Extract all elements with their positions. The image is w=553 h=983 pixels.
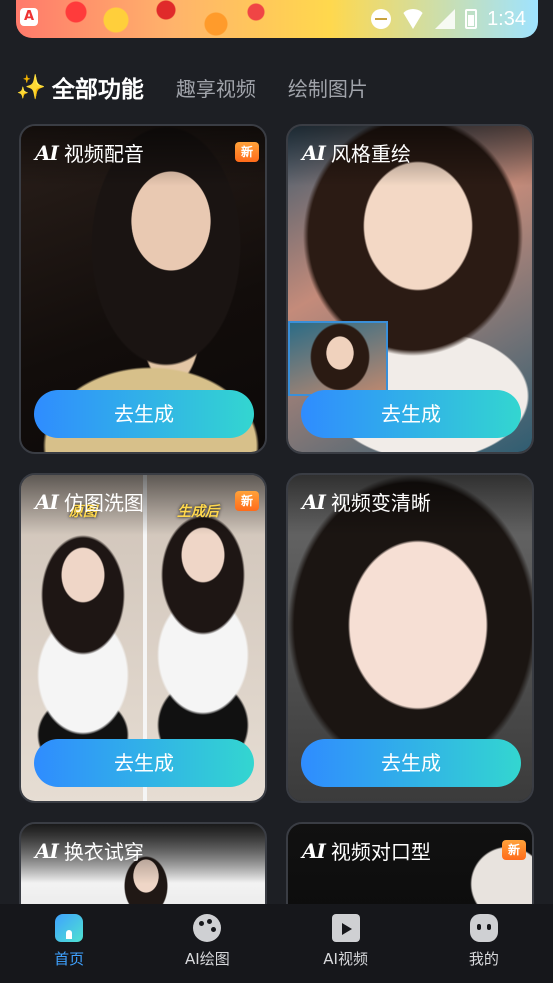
ai-logo-icon: AI xyxy=(35,838,59,863)
new-badge: 新 xyxy=(502,840,526,860)
bottom-nav: 首页 AI绘图 AI视频 我的 xyxy=(0,904,553,983)
category-tabs: ✨ 全部功能 趣享视频 绘制图片 xyxy=(16,70,400,104)
card-title: AI 视频配音 xyxy=(35,138,144,167)
status-time: 1:34 xyxy=(487,7,526,30)
new-badge: 新 xyxy=(235,142,259,162)
nav-ai-draw[interactable]: AI绘图 xyxy=(157,914,257,969)
status-bar: 1:34 xyxy=(371,6,526,32)
card-title: AI 视频对口型 xyxy=(302,836,431,865)
card-title: AI 换衣试穿 xyxy=(35,836,144,865)
do-not-disturb-icon xyxy=(371,9,392,29)
home-icon xyxy=(55,914,84,942)
generate-button[interactable]: 去生成 xyxy=(34,739,254,787)
card-title-text: 视频对口型 xyxy=(330,840,431,864)
card-title-text: 仿图洗图 xyxy=(63,491,144,515)
tab-draw-image[interactable]: 绘制图片 xyxy=(288,73,368,102)
card-title-text: 风格重绘 xyxy=(330,142,411,166)
wifi-icon xyxy=(401,9,426,29)
nav-mine[interactable]: 我的 xyxy=(434,914,534,969)
card-title: AI 仿图洗图 xyxy=(35,487,144,516)
ai-logo-icon: AI xyxy=(35,489,59,514)
generate-button[interactable]: 去生成 xyxy=(301,390,521,438)
palette-icon xyxy=(193,914,222,942)
banner-decoration xyxy=(56,0,276,38)
profile-icon xyxy=(469,914,498,942)
card-title-text: 视频配音 xyxy=(63,142,144,166)
card-title: AI 视频变清晰 xyxy=(302,487,431,516)
card-title-text: 换衣试穿 xyxy=(63,840,144,864)
card-title: AI 风格重绘 xyxy=(302,138,411,167)
feature-card-image-wash[interactable]: 原图 生成后 AI 仿图洗图 新 去生成 xyxy=(19,473,267,803)
tab-all-features[interactable]: 全部功能 xyxy=(52,70,144,104)
ai-logo-icon: AI xyxy=(302,838,326,863)
ai-logo-icon: AI xyxy=(302,140,326,165)
card-title-text: 视频变清晰 xyxy=(330,491,431,515)
original-thumbnail xyxy=(288,321,388,396)
ai-logo-icon: AI xyxy=(302,489,326,514)
battery-icon xyxy=(465,9,478,29)
generate-button[interactable]: 去生成 xyxy=(34,390,254,438)
sparkle-icon: ✨ xyxy=(16,73,46,101)
feature-card-style-redraw[interactable]: AI 风格重绘 去生成 xyxy=(286,124,534,454)
nav-label: AI视频 xyxy=(323,950,368,968)
nav-home[interactable]: 首页 xyxy=(19,914,119,969)
generate-button[interactable]: 去生成 xyxy=(301,739,521,787)
signal-icon xyxy=(435,9,456,29)
nav-label: 我的 xyxy=(468,950,499,968)
new-badge: 新 xyxy=(235,491,259,511)
ai-logo-icon: AI xyxy=(35,140,59,165)
nav-label: 首页 xyxy=(54,950,85,968)
feature-card-video-enhance[interactable]: AI 视频变清晰 去生成 xyxy=(286,473,534,803)
generated-label: 生成后 xyxy=(177,504,219,520)
tab-fun-video[interactable]: 趣享视频 xyxy=(176,73,256,102)
nav-ai-video[interactable]: AI视频 xyxy=(296,914,396,969)
top-banner[interactable]: A 1:34 xyxy=(16,0,538,38)
clapper-icon xyxy=(331,914,360,942)
nav-label: AI绘图 xyxy=(185,950,230,968)
app-logo-icon: A xyxy=(20,8,38,26)
feature-card-video-dubbing[interactable]: AI 视频配音 新 去生成 xyxy=(19,124,267,454)
